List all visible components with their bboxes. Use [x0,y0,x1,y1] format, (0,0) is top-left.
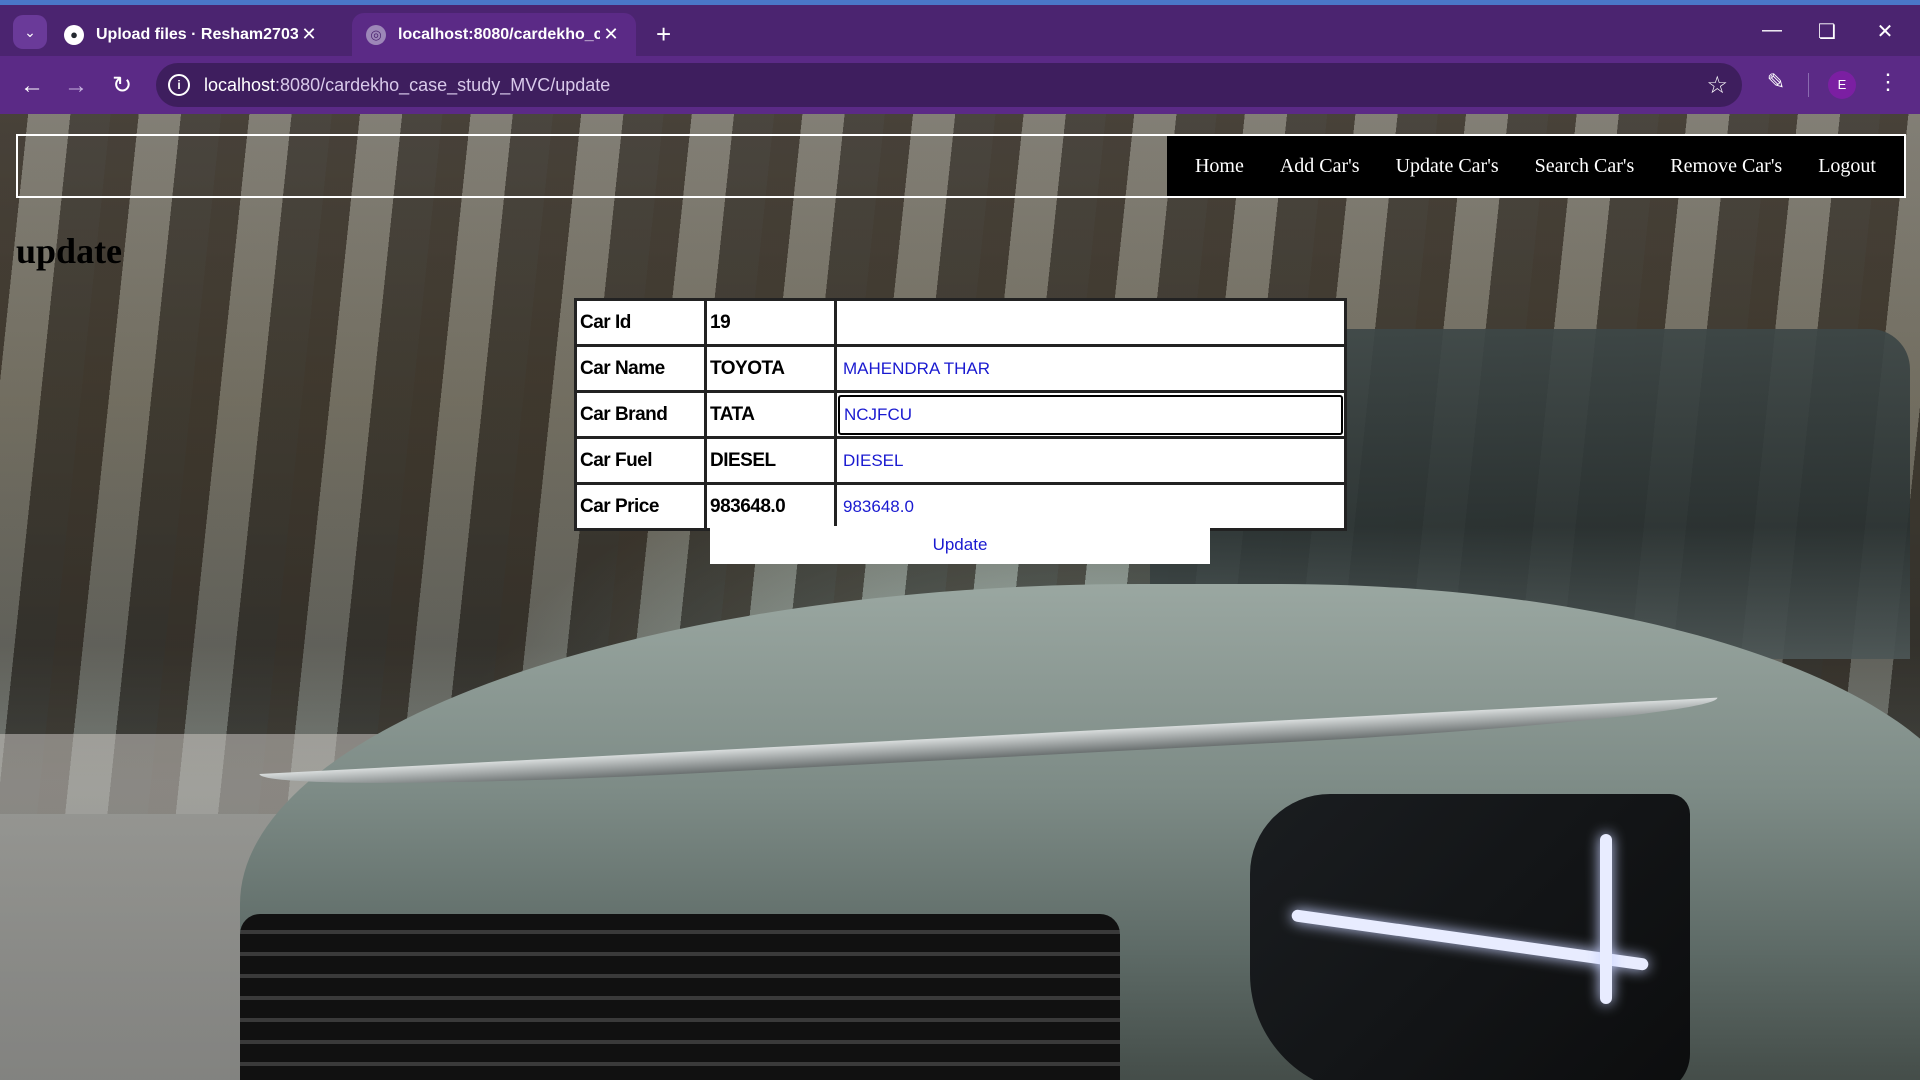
new-tab-button[interactable]: + [656,21,671,47]
table-row: Car Fuel DIESEL [574,436,1347,485]
car-price-input[interactable] [838,486,1343,527]
car-brand-input[interactable] [838,394,1343,435]
page-title: update [16,231,123,271]
tab-search-button[interactable]: ⌄ [13,15,47,49]
forward-icon[interactable]: → [58,68,94,104]
toolbar-divider [1808,73,1809,97]
browser-chrome: ⌄ ● Upload files · Resham2703/Spr ✕ ◎ lo… [0,0,1920,114]
profile-avatar[interactable]: E [1828,71,1856,99]
reload-icon[interactable]: ↻ [104,68,140,104]
url-path: :8080/cardekho_case_study_MVC/update [275,74,611,95]
restore-icon[interactable]: ❏ [1812,19,1842,44]
address-bar[interactable]: i localhost:8080/cardekho_case_study_MVC… [156,63,1742,107]
site-info-icon[interactable]: i [168,74,190,96]
table-row: Car Price 983648.0 [574,482,1347,531]
current-value: 983648.0 [704,482,837,531]
car-id-input[interactable] [838,302,1343,343]
input-cell [834,390,1347,439]
extensions-icon[interactable]: ✎ [1760,69,1792,95]
browser-toolbar: ← → ↻ i localhost:8080/cardekho_case_stu… [0,56,1920,114]
input-cell [834,482,1347,531]
field-label: Car Name [574,344,707,393]
nav-logout-link[interactable]: Logout [1800,155,1894,178]
update-form-table: Car Id 19 Car Name TOYOTA Car Brand TATA… [574,298,1347,531]
chevron-down-icon: ⌄ [24,23,36,40]
input-cell [834,436,1347,485]
current-value: TOYOTA [704,344,837,393]
field-label: Car Fuel [574,436,707,485]
car-fuel-input[interactable] [838,440,1343,481]
field-label: Car Brand [574,390,707,439]
car-name-input[interactable] [838,348,1343,389]
current-value: TATA [704,390,837,439]
nav-remove-cars-link[interactable]: Remove Car's [1652,155,1800,178]
close-icon[interactable]: ✕ [298,24,320,45]
update-button[interactable]: Update [710,526,1210,564]
github-icon: ● [64,24,84,45]
page-viewport: Home Add Car's Update Car's Search Car's… [0,114,1920,1080]
field-label: Car Price [574,482,707,531]
background-car-grille [240,914,1120,1080]
field-label: Car Id [574,298,707,347]
table-row: Car Brand TATA [574,390,1347,439]
background-car-drl-vertical [1600,834,1612,1004]
minimize-icon[interactable]: — [1757,19,1787,42]
nav-home-link[interactable]: Home [1177,155,1262,178]
tab-strip: ⌄ ● Upload files · Resham2703/Spr ✕ ◎ lo… [0,5,1920,56]
current-value: DIESEL [704,436,837,485]
tab-title: localhost:8080/cardekho_case_ [398,25,600,43]
tab-upload-files[interactable]: ● Upload files · Resham2703/Spr ✕ [50,13,334,56]
input-cell [834,298,1347,347]
current-value: 19 [704,298,837,347]
nav-search-cars-link[interactable]: Search Car's [1517,155,1653,178]
window-close-icon[interactable]: ✕ [1870,19,1900,44]
table-row: Car Name TOYOTA [574,344,1347,393]
input-cell [834,344,1347,393]
site-navbar: Home Add Car's Update Car's Search Car's… [16,134,1906,198]
nav-update-cars-link[interactable]: Update Car's [1378,155,1517,178]
back-icon[interactable]: ← [14,68,50,104]
tab-localhost[interactable]: ◎ localhost:8080/cardekho_case_ ✕ [352,13,636,56]
bookmark-star-icon[interactable]: ☆ [1706,71,1728,100]
menu-kebab-icon[interactable]: ⋮ [1872,69,1904,95]
globe-icon: ◎ [366,24,386,45]
table-row: Car Id 19 [574,298,1347,347]
url-host: localhost [204,74,276,95]
nav-add-cars-link[interactable]: Add Car's [1262,155,1378,178]
close-icon[interactable]: ✕ [600,24,622,45]
tab-title: Upload files · Resham2703/Spr [96,25,298,43]
site-menu: Home Add Car's Update Car's Search Car's… [1166,136,1904,196]
